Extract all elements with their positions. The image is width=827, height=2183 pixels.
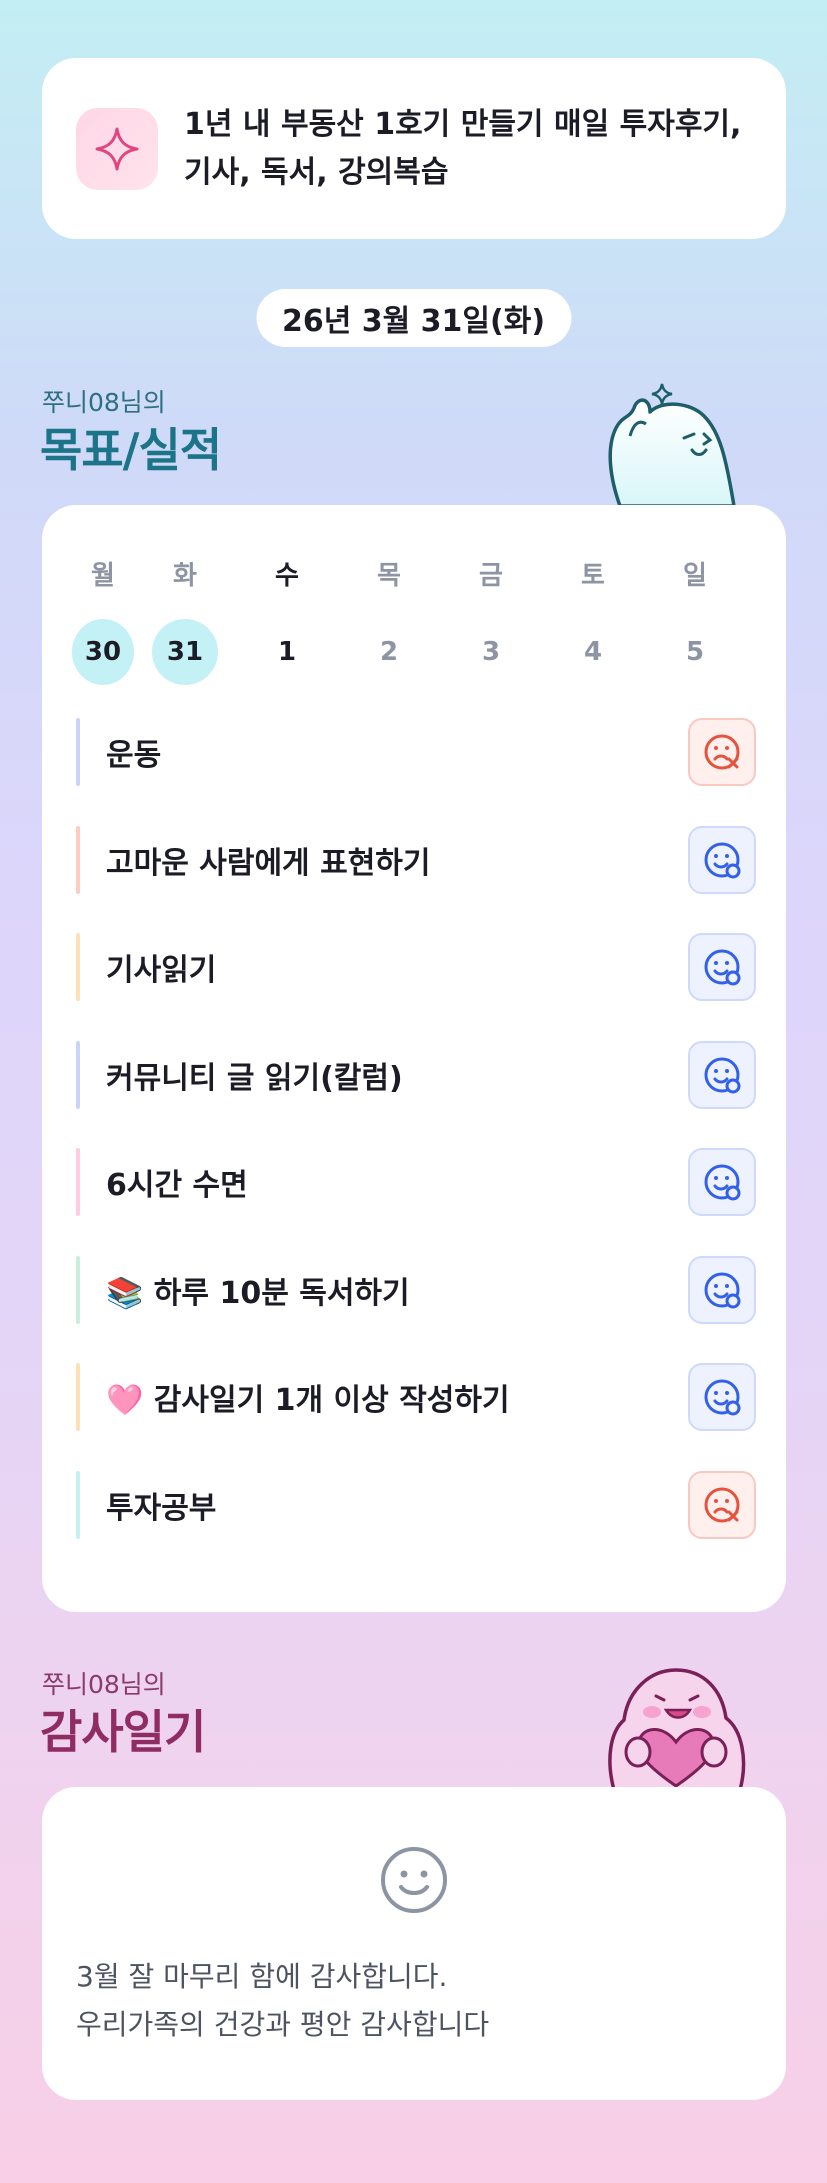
task-row[interactable]: 6시간 수면	[76, 1148, 756, 1216]
calendar-day-cell[interactable]: 31	[134, 619, 236, 685]
smile-icon	[379, 1845, 449, 1919]
task-missed-icon[interactable]	[688, 718, 756, 786]
task-achieved-icon[interactable]	[688, 1040, 756, 1109]
task-achieved-icon[interactable]	[688, 933, 756, 1001]
task-row[interactable]: 커뮤니티 글 읽기(칼럼)	[76, 1040, 756, 1109]
goal-line-1: 1년 내 부동산 1호기 만들기 매일 투자후기,	[184, 106, 742, 142]
weekday-label: 화	[173, 560, 197, 591]
task-color-bar	[76, 1363, 80, 1431]
goal-card[interactable]: 1년 내 부동산 1호기 만들기 매일 투자후기, 기사, 독서, 강의복습	[42, 58, 786, 239]
task-color-bar	[76, 1470, 80, 1539]
calendar-day: 3	[481, 637, 501, 667]
task-color-bar	[76, 1148, 80, 1216]
task-achieved-icon[interactable]	[688, 1363, 756, 1431]
task-color-bar	[76, 718, 80, 786]
goals-panel: 월 화 수 목 금 토 일 30 31 1 2 3 4 5 운동고마운 사람에게 표현하기기사읽기커뮤니…	[42, 505, 786, 1612]
calendar-day: 2	[379, 637, 399, 667]
task-label: 커뮤니티 글 읽기(칼럼)	[106, 1060, 403, 1096]
task-label: 운동	[106, 738, 162, 773]
week-calendar: 월 화 수 목 금 토 일 30 31 1 2 3 4 5	[72, 553, 756, 685]
task-achieved-icon[interactable]	[688, 825, 756, 894]
task-row[interactable]: 운동	[76, 718, 756, 786]
calendar-day-completed: 31	[152, 619, 218, 685]
weekday-label: 목	[377, 560, 401, 591]
task-label: 6시간 수면	[106, 1168, 248, 1203]
calendar-day-cell[interactable]: 4	[542, 619, 644, 685]
calendar-day-cell[interactable]: 30	[72, 619, 134, 685]
task-missed-icon[interactable]	[688, 1470, 756, 1539]
task-color-bar	[76, 1255, 80, 1324]
calendar-day: 4	[583, 637, 603, 667]
task-label: 고마운 사람에게 표현하기	[106, 845, 431, 881]
calendar-day: 1	[277, 637, 297, 667]
task-row[interactable]: 투자공부	[76, 1470, 756, 1539]
sparkle-icon	[76, 107, 158, 190]
weekday-label: 수	[275, 560, 299, 591]
weekday-label: 토	[581, 560, 605, 591]
task-color-bar	[76, 1040, 80, 1109]
task-label: 기사읽기	[106, 953, 217, 988]
task-row[interactable]: 고마운 사람에게 표현하기	[76, 825, 756, 894]
calendar-day-cell[interactable]: 3	[440, 619, 542, 685]
task-row[interactable]: 🩷 감사일기 1개 이상 작성하기	[76, 1363, 756, 1431]
calendar-day-cell[interactable]: 2	[338, 619, 440, 685]
mascot-thumbs-up-illustration	[600, 378, 750, 512]
diary-line-1: 3월 잘 마무리 함에 감사합니다.	[76, 1960, 448, 1993]
task-label: 투자공부	[106, 1490, 217, 1526]
goal-text: 1년 내 부동산 1호기 만들기 매일 투자후기, 기사, 독서, 강의복습	[184, 101, 741, 197]
mascot-heart-illustration	[598, 1660, 754, 1794]
goals-section-title: 목표/실적	[40, 423, 222, 477]
diary-section-title: 감사일기	[40, 1705, 206, 1759]
calendar-day-cell[interactable]: 1	[236, 619, 338, 685]
task-row[interactable]: 📚 하루 10분 독서하기	[76, 1255, 756, 1324]
diary-line-2: 우리가족의 건강과 평안 감사합니다	[76, 2008, 490, 2041]
task-achieved-icon[interactable]	[688, 1148, 756, 1216]
weekday-label: 월	[91, 560, 115, 591]
calendar-day-completed: 30	[72, 619, 134, 685]
goal-line-2: 기사, 독서, 강의복습	[184, 154, 449, 190]
calendar-day: 5	[685, 637, 705, 667]
calendar-day-cell[interactable]: 5	[644, 619, 746, 685]
task-label: 📚 하루 10분 독서하기	[106, 1275, 410, 1311]
weekday-label: 금	[479, 560, 503, 591]
task-color-bar	[76, 825, 80, 894]
weekday-label: 일	[683, 560, 707, 591]
gratitude-diary-card[interactable]: 3월 잘 마무리 함에 감사합니다. 우리가족의 건강과 평안 감사합니다	[42, 1787, 786, 2100]
task-row[interactable]: 기사읽기	[76, 933, 756, 1001]
date-selector[interactable]: 26년 3월 31일(화)	[255, 289, 572, 347]
task-color-bar	[76, 933, 80, 1001]
task-achieved-icon[interactable]	[688, 1255, 756, 1324]
task-label: 🩷 감사일기 1개 이상 작성하기	[106, 1383, 510, 1418]
